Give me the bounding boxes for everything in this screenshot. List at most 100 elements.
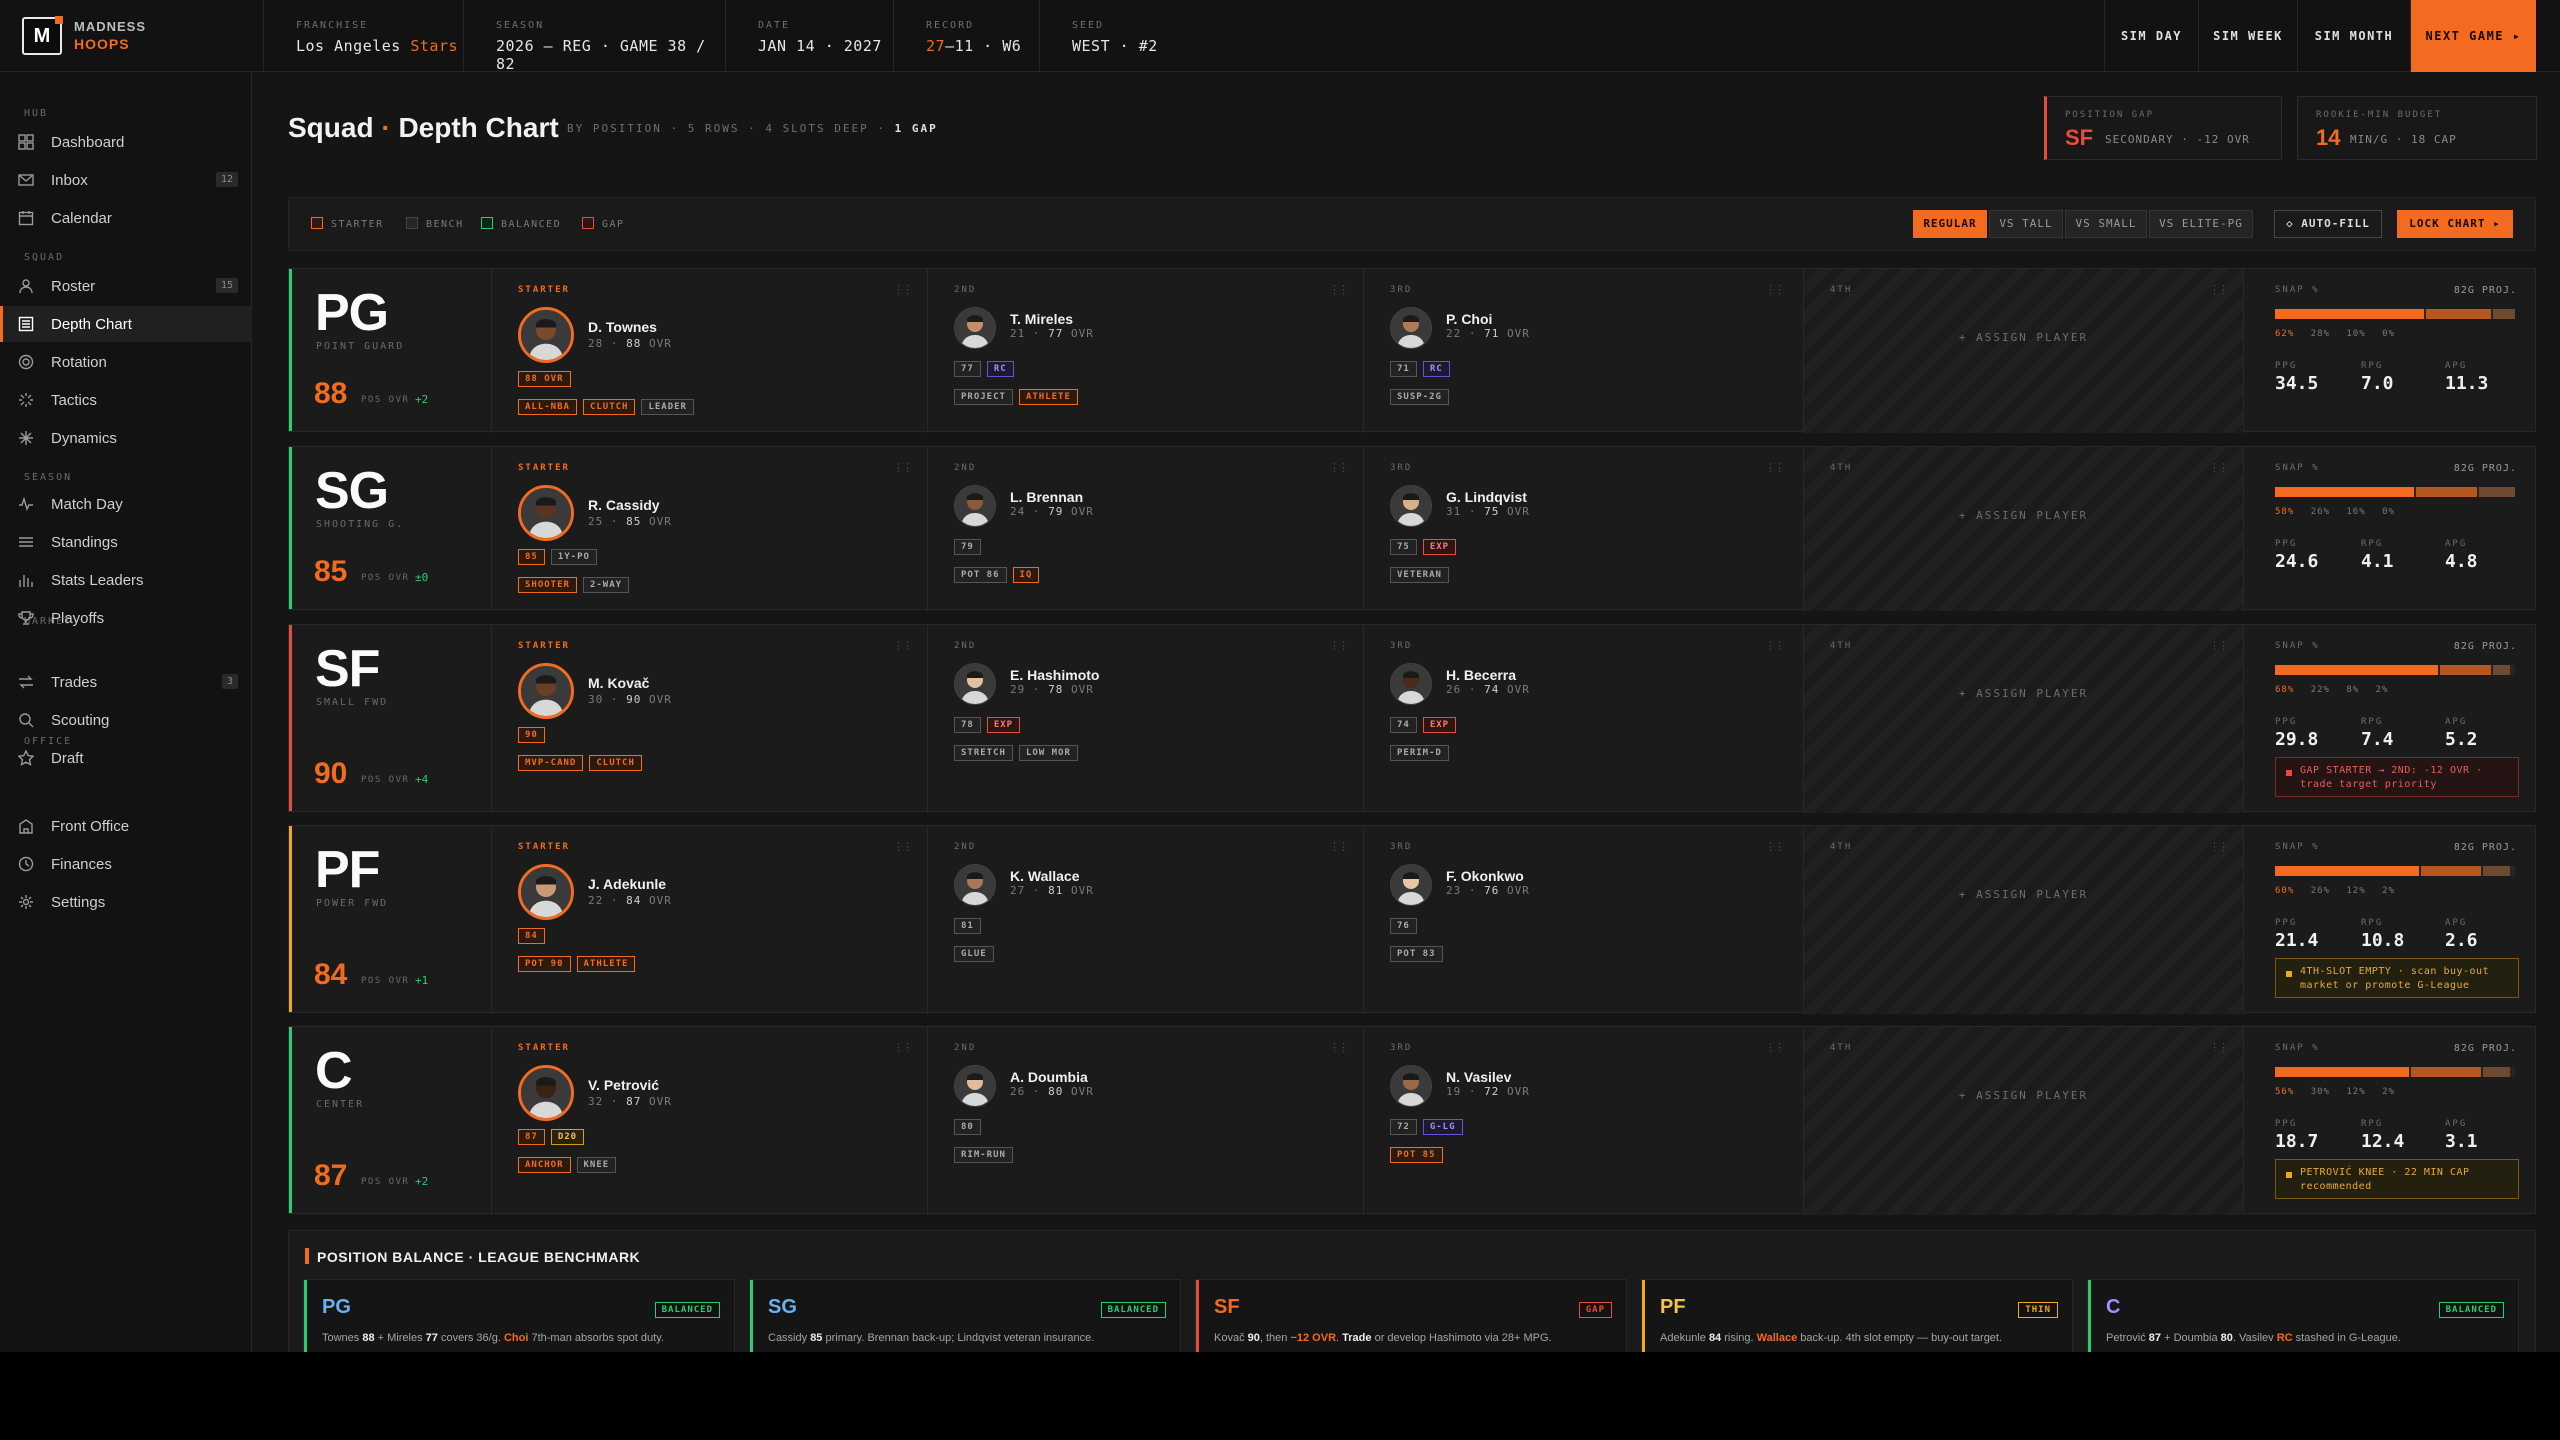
view-vs-tall-tab[interactable]: VS TALL — [1989, 210, 2063, 238]
drag-handle-icon[interactable]: ⋮⋮ — [1765, 639, 1785, 652]
starter-slot[interactable]: STARTER ⋮⋮ D. Townes 28 · 88 OVR 88 OVR ALL-N… — [492, 269, 927, 433]
empty-fourth-slot[interactable]: 4TH ⋮⋮ + ASSIGN PLAYER — [1804, 826, 2243, 1014]
drag-handle-icon[interactable]: ⋮⋮ — [1765, 461, 1785, 474]
player-name[interactable]: E. Hashimoto — [1010, 667, 1099, 683]
player-avatar[interactable] — [954, 485, 996, 527]
drag-handle-icon[interactable]: ⋮⋮ — [893, 840, 913, 853]
third-slot[interactable]: 3RD ⋮⋮ N. Vasilev 19 · 72 OVR 72 G-LG POT 85 — [1364, 1027, 1799, 1215]
sidebar-item-inbox[interactable]: Inbox 12 — [0, 162, 252, 198]
drag-handle-icon[interactable]: ⋮⋮ — [1765, 1041, 1785, 1054]
player-name[interactable]: K. Wallace — [1010, 868, 1080, 884]
drag-handle-icon[interactable]: ⋮⋮ — [2209, 461, 2229, 474]
drag-handle-icon[interactable]: ⋮⋮ — [893, 461, 913, 474]
sidebar-item-roster[interactable]: Roster 15 — [0, 268, 252, 304]
player-avatar[interactable] — [954, 1065, 996, 1107]
sidebar-item-depth-chart[interactable]: Depth Chart — [0, 306, 252, 342]
player-avatar[interactable] — [954, 307, 996, 349]
sidebar-item-calendar[interactable]: Calendar — [0, 200, 252, 236]
second-slot[interactable]: 2ND ⋮⋮ A. Doumbia 26 · 80 OVR 80 RIM-RUN — [928, 1027, 1363, 1215]
second-slot[interactable]: 2ND ⋮⋮ K. Wallace 27 · 81 OVR 81 GLUE — [928, 826, 1363, 1014]
player-name[interactable]: N. Vasilev — [1446, 1069, 1511, 1085]
drag-handle-icon[interactable]: ⋮⋮ — [1329, 461, 1349, 474]
assign-player-button[interactable]: + ASSIGN PLAYER — [1804, 888, 2243, 901]
player-name[interactable]: V. Petrović — [588, 1077, 659, 1093]
drag-handle-icon[interactable]: ⋮⋮ — [1765, 283, 1785, 296]
third-slot[interactable]: 3RD ⋮⋮ H. Becerra 26 · 74 OVR 74 EXP PERIM-D — [1364, 625, 1799, 813]
player-name[interactable]: A. Doumbia — [1010, 1069, 1088, 1085]
player-avatar[interactable] — [518, 864, 574, 920]
player-name[interactable]: L. Brennan — [1010, 489, 1083, 505]
view-vs-elite-pg-tab[interactable]: VS ELITE-PG — [2149, 210, 2253, 238]
drag-handle-icon[interactable]: ⋮⋮ — [1329, 639, 1349, 652]
drag-handle-icon[interactable]: ⋮⋮ — [2209, 1041, 2229, 1054]
sim-day-button[interactable]: SIM DAY — [2104, 0, 2198, 72]
assign-player-button[interactable]: + ASSIGN PLAYER — [1804, 1089, 2243, 1102]
player-name[interactable]: G. Lindqvist — [1446, 489, 1527, 505]
sim-week-button[interactable]: SIM WEEK — [2198, 0, 2297, 72]
player-avatar[interactable] — [954, 864, 996, 906]
drag-handle-icon[interactable]: ⋮⋮ — [2209, 283, 2229, 296]
drag-handle-icon[interactable]: ⋮⋮ — [893, 1041, 913, 1054]
assign-player-button[interactable]: + ASSIGN PLAYER — [1804, 687, 2243, 700]
sidebar-item-front-office[interactable]: Front Office — [0, 808, 252, 844]
starter-slot[interactable]: STARTER ⋮⋮ V. Petrović 32 · 87 OVR 87 D20 ANCH… — [492, 1027, 927, 1215]
player-avatar[interactable] — [518, 485, 574, 541]
sidebar-item-playoffs[interactable]: Playoffs — [0, 600, 252, 636]
sidebar-item-trades[interactable]: Trades 3 — [0, 664, 252, 700]
lock-chart-button[interactable]: LOCK CHART ▸ — [2397, 210, 2513, 238]
balance-card-pg[interactable]: PG BALANCED Townes 88 + Mireles 77 covers … — [303, 1279, 735, 1352]
sidebar-item-scouting[interactable]: Scouting — [0, 702, 252, 738]
drag-handle-icon[interactable]: ⋮⋮ — [893, 639, 913, 652]
view-regular-tab[interactable]: REGULAR — [1913, 210, 1987, 238]
drag-handle-icon[interactable]: ⋮⋮ — [1765, 840, 1785, 853]
empty-fourth-slot[interactable]: 4TH ⋮⋮ + ASSIGN PLAYER — [1804, 625, 2243, 813]
third-slot[interactable]: 3RD ⋮⋮ G. Lindqvist 31 · 75 OVR 75 EXP VETERAN — [1364, 447, 1799, 611]
starter-slot[interactable]: STARTER ⋮⋮ M. Kovač 30 · 90 OVR 90 MVP-CAND CL… — [492, 625, 927, 813]
player-avatar[interactable] — [518, 307, 574, 363]
player-name[interactable]: M. Kovač — [588, 675, 649, 691]
second-slot[interactable]: 2ND ⋮⋮ L. Brennan 24 · 79 OVR 79 POT 86 IQ — [928, 447, 1363, 611]
player-name[interactable]: F. Okonkwo — [1446, 868, 1524, 884]
player-name[interactable]: R. Cassidy — [588, 497, 660, 513]
drag-handle-icon[interactable]: ⋮⋮ — [1329, 1041, 1349, 1054]
second-slot[interactable]: 2ND ⋮⋮ T. Mireles 21 · 77 OVR 77 RC PROJECT ATH… — [928, 269, 1363, 433]
balance-card-sf[interactable]: SF GAP Kovač 90, then −12 OVR. Trade or de… — [1195, 1279, 1627, 1352]
brand[interactable]: M MADNESS HOOPS — [0, 0, 264, 72]
player-avatar[interactable] — [1390, 485, 1432, 527]
player-name[interactable]: H. Becerra — [1446, 667, 1516, 683]
drag-handle-icon[interactable]: ⋮⋮ — [1329, 840, 1349, 853]
empty-fourth-slot[interactable]: 4TH ⋮⋮ + ASSIGN PLAYER — [1804, 1027, 2243, 1215]
player-avatar[interactable] — [518, 663, 574, 719]
empty-fourth-slot[interactable]: 4TH ⋮⋮ + ASSIGN PLAYER — [1804, 269, 2243, 433]
drag-handle-icon[interactable]: ⋮⋮ — [2209, 639, 2229, 652]
sidebar-item-standings[interactable]: Standings — [0, 524, 252, 560]
third-slot[interactable]: 3RD ⋮⋮ F. Okonkwo 23 · 76 OVR 76 POT 83 — [1364, 826, 1799, 1014]
second-slot[interactable]: 2ND ⋮⋮ E. Hashimoto 29 · 78 OVR 78 EXP STRETCH… — [928, 625, 1363, 813]
drag-handle-icon[interactable]: ⋮⋮ — [2209, 840, 2229, 853]
player-avatar[interactable] — [1390, 864, 1432, 906]
sim-month-button[interactable]: SIM MONTH — [2297, 0, 2410, 72]
sidebar-item-settings[interactable]: Settings — [0, 884, 252, 920]
player-avatar[interactable] — [518, 1065, 574, 1121]
next-game-button[interactable]: NEXT GAME ▸ — [2410, 0, 2536, 72]
sidebar-item-tactics[interactable]: Tactics — [0, 382, 252, 418]
player-avatar[interactable] — [1390, 307, 1432, 349]
sidebar-item-dashboard[interactable]: Dashboard — [0, 124, 252, 160]
sidebar-item-dynamics[interactable]: Dynamics — [0, 420, 252, 456]
starter-slot[interactable]: STARTER ⋮⋮ J. Adekunle 22 · 84 OVR 84 POT 90 A… — [492, 826, 927, 1014]
player-avatar[interactable] — [954, 663, 996, 705]
sidebar-item-match-day[interactable]: Match Day — [0, 486, 252, 522]
sidebar-item-finances[interactable]: Finances — [0, 846, 252, 882]
player-name[interactable]: J. Adekunle — [588, 876, 666, 892]
player-name[interactable]: D. Townes — [588, 319, 657, 335]
assign-player-button[interactable]: + ASSIGN PLAYER — [1804, 331, 2243, 344]
empty-fourth-slot[interactable]: 4TH ⋮⋮ + ASSIGN PLAYER — [1804, 447, 2243, 611]
drag-handle-icon[interactable]: ⋮⋮ — [893, 283, 913, 296]
balance-card-pf[interactable]: PF THIN Adekunle 84 rising. Wallace back-u… — [1641, 1279, 2073, 1352]
sidebar-item-stats-leaders[interactable]: Stats Leaders — [0, 562, 252, 598]
assign-player-button[interactable]: + ASSIGN PLAYER — [1804, 509, 2243, 522]
player-name[interactable]: P. Choi — [1446, 311, 1492, 327]
sidebar-item-draft[interactable]: Draft — [0, 740, 252, 776]
drag-handle-icon[interactable]: ⋮⋮ — [1329, 283, 1349, 296]
auto-fill-button[interactable]: ◇ AUTO-FILL — [2274, 210, 2382, 238]
